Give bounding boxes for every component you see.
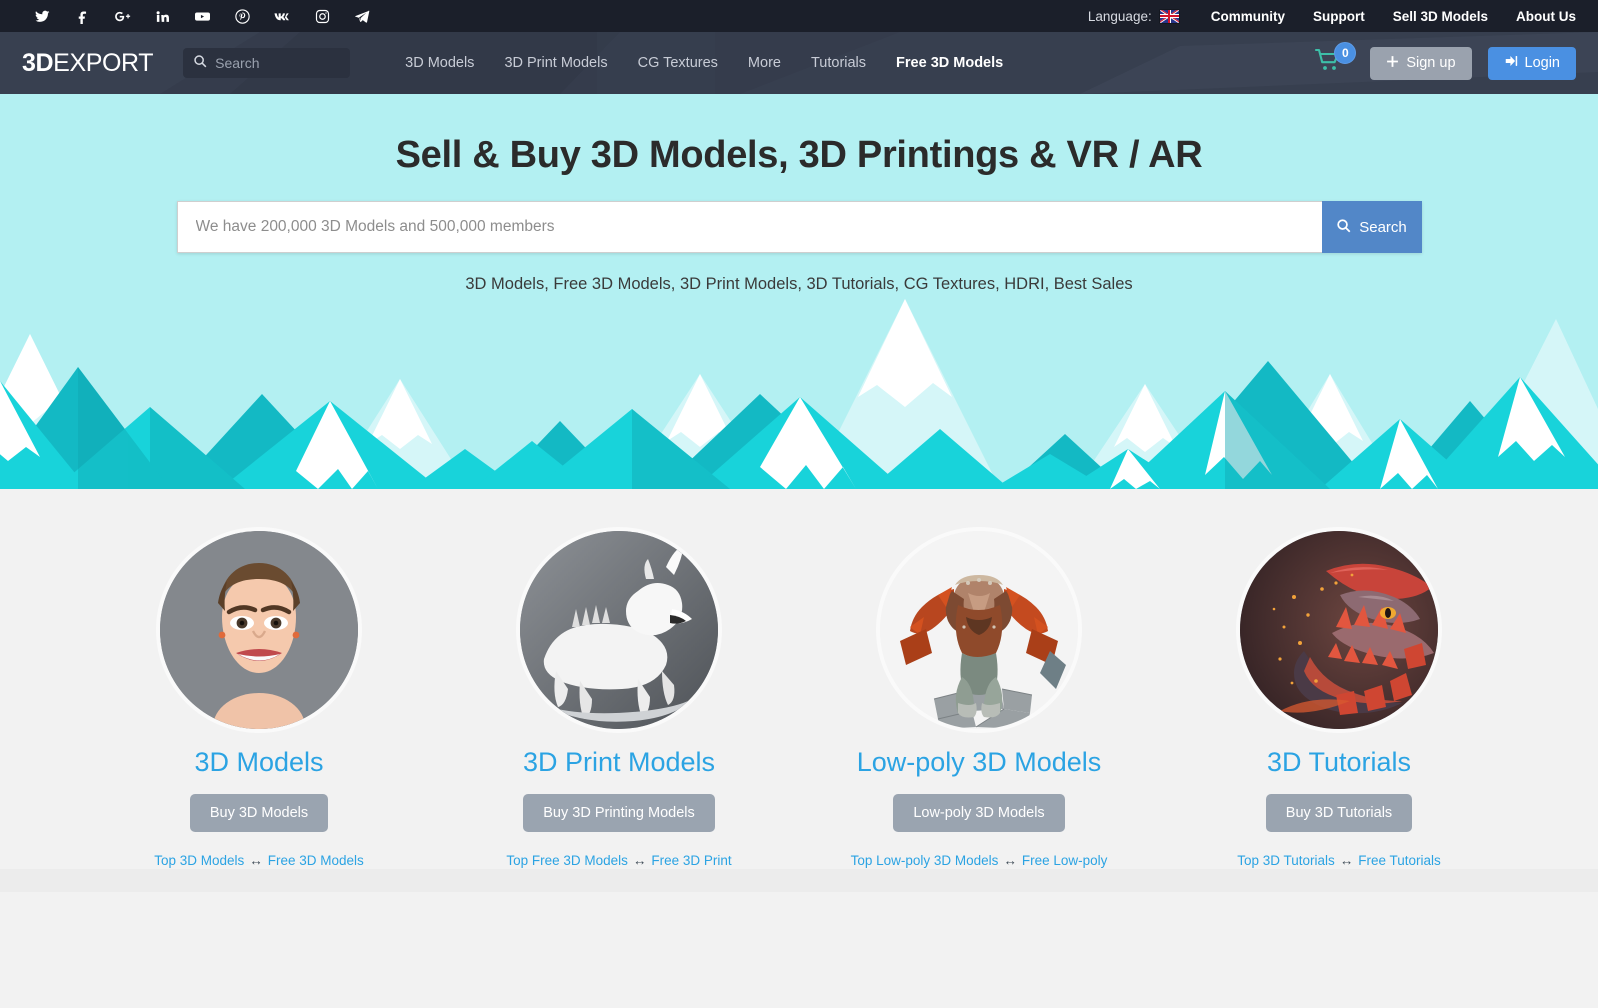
login-button[interactable]: Login	[1487, 46, 1576, 80]
category-title: 3D Tutorials	[1266, 747, 1412, 777]
nav-3d-print-models[interactable]: 3D Print Models	[489, 55, 622, 71]
female-head-3d-model-thumbnail[interactable]	[160, 531, 358, 729]
primary-nav: 3D Models 3D Print Models CG Textures Mo…	[390, 55, 1314, 71]
social-link-google-plus[interactable]	[102, 0, 142, 32]
category-card-low-poly-3d-models: Low-poly 3D Models Low-poly 3D Models To…	[799, 531, 1159, 892]
social-link-telegram[interactable]	[342, 0, 382, 32]
header-search-box[interactable]	[183, 48, 351, 78]
section-bottom-strip	[0, 869, 1598, 892]
category-top-link[interactable]: Top 3D Tutorials	[1237, 853, 1335, 868]
arrow-both-icon: ↔	[1339, 853, 1354, 868]
social-link-youtube[interactable]	[182, 0, 222, 32]
top-link-support[interactable]: Support	[1299, 9, 1379, 24]
category-free-link[interactable]: Free Tutorials	[1358, 853, 1441, 868]
twitter-icon	[35, 9, 50, 24]
category-top-link[interactable]: Top Free 3D Models	[506, 853, 628, 868]
social-link-twitter[interactable]	[22, 0, 62, 32]
logo-bold-part: 3D	[22, 48, 54, 77]
category-button[interactable]: Buy 3D Models	[189, 794, 329, 832]
arrow-both-icon: ↔	[249, 853, 263, 868]
shopping-cart-icon	[1314, 48, 1344, 78]
cart-count-badge: 0	[1334, 42, 1357, 64]
white-creature-print-model-thumbnail[interactable]	[520, 531, 718, 729]
orange-armored-ogre-lowpoly-thumbnail[interactable]	[880, 531, 1078, 729]
category-card-3d-tutorials: 3D Tutorials Buy 3D Tutorials Top 3D Tut…	[1159, 531, 1519, 892]
hero-search-button-label: Search	[1359, 218, 1407, 236]
category-title: 3D Models	[194, 747, 324, 777]
search-icon	[1336, 218, 1351, 237]
search-icon	[193, 54, 207, 73]
nav-cg-textures[interactable]: CG Textures	[623, 55, 733, 71]
social-link-instagram[interactable]	[302, 0, 342, 32]
youtube-icon	[194, 9, 211, 24]
google-plus-icon	[114, 9, 131, 24]
vk-icon	[273, 9, 291, 24]
category-top-link[interactable]: Top Low-poly 3D Models	[851, 853, 999, 868]
top-link-about-us[interactable]: About Us	[1502, 9, 1576, 24]
category-card-3d-models: 3D Models Buy 3D Models Top 3D Models ↔ Fr…	[79, 531, 439, 892]
category-title: Low-poly 3D Models	[856, 747, 1102, 777]
category-section: 3D Models Buy 3D Models Top 3D Models ↔ Fr…	[0, 489, 1598, 892]
hero-title: Sell & Buy 3D Models, 3D Printings & VR …	[395, 134, 1203, 176]
facebook-icon	[75, 9, 90, 24]
login-label: Login	[1524, 55, 1560, 71]
category-row: 3D Models Buy 3D Models Top 3D Models ↔ Fr…	[79, 531, 1519, 892]
hero-content: Sell & Buy 3D Models, 3D Printings & VR …	[0, 94, 1598, 294]
social-link-pinterest[interactable]	[222, 0, 262, 32]
hero-section: Sell & Buy 3D Models, 3D Printings & VR …	[0, 94, 1598, 489]
top-link-sell-3d-models[interactable]: Sell 3D Models	[1379, 9, 1502, 24]
category-button[interactable]: Buy 3D Tutorials	[1265, 794, 1413, 832]
signup-button[interactable]: Sign up	[1370, 46, 1472, 80]
top-utility-bar: Language: Community Support Sell 3D Mode…	[0, 0, 1598, 32]
top-link-community[interactable]: Community	[1197, 9, 1299, 24]
site-logo[interactable]: 3DEXPORT	[22, 48, 154, 78]
arrow-both-icon: ↔	[632, 853, 647, 868]
header-search-input[interactable]	[215, 55, 341, 71]
hero-search-input[interactable]	[176, 201, 1322, 253]
category-top-link[interactable]: Top 3D Models	[154, 853, 244, 868]
category-title: 3D Print Models	[522, 747, 716, 777]
social-link-facebook[interactable]	[62, 0, 102, 32]
category-card-3d-print-models: 3D Print Models Buy 3D Printing Models T…	[439, 531, 799, 892]
instagram-icon	[315, 9, 330, 24]
nav-free-3d-models[interactable]: Free 3D Models	[881, 55, 1018, 71]
cart-button[interactable]: 0	[1314, 42, 1357, 80]
category-links: Top 3D Tutorials ↔ Free Tutorials	[1207, 850, 1472, 871]
mountain-illustration	[0, 299, 1598, 489]
logo-rest-part: EXPORT	[53, 48, 154, 77]
social-links	[22, 0, 382, 32]
pinterest-icon	[234, 8, 250, 24]
social-link-vk[interactable]	[262, 0, 302, 32]
arrow-both-icon: ↔	[1003, 853, 1017, 868]
nav-3d-models[interactable]: 3D Models	[390, 55, 489, 71]
top-nav: Language: Community Support Sell 3D Mode…	[1088, 9, 1576, 24]
category-button[interactable]: Low-poly 3D Models	[893, 794, 1065, 832]
hero-subtitle: 3D Models, Free 3D Models, 3D Print Mode…	[465, 275, 1133, 293]
plus-icon	[1386, 55, 1399, 72]
signup-label: Sign up	[1406, 55, 1456, 71]
language-selector[interactable]: Language:	[1088, 9, 1179, 24]
hero-search-box: Search	[176, 201, 1422, 253]
nav-more[interactable]: More	[733, 55, 796, 71]
category-free-link[interactable]: Free 3D Models	[268, 853, 364, 868]
login-arrow-icon	[1504, 54, 1518, 72]
category-button[interactable]: Buy 3D Printing Models	[523, 794, 715, 832]
uk-flag-icon	[1159, 9, 1179, 23]
linkedin-icon	[155, 9, 170, 24]
category-links: Top 3D Models ↔ Free 3D Models	[127, 850, 392, 871]
hero-search-button[interactable]: Search	[1321, 201, 1422, 253]
social-link-linkedin[interactable]	[142, 0, 182, 32]
red-dragon-creature-tutorial-thumbnail[interactable]	[1240, 531, 1438, 729]
header-actions: 0 Sign up Login	[1314, 42, 1576, 80]
language-label: Language:	[1087, 8, 1152, 24]
main-header: 3DEXPORT 3D Models 3D Print Models CG Te…	[0, 32, 1598, 94]
nav-tutorials[interactable]: Tutorials	[796, 55, 881, 71]
telegram-icon	[354, 9, 370, 24]
